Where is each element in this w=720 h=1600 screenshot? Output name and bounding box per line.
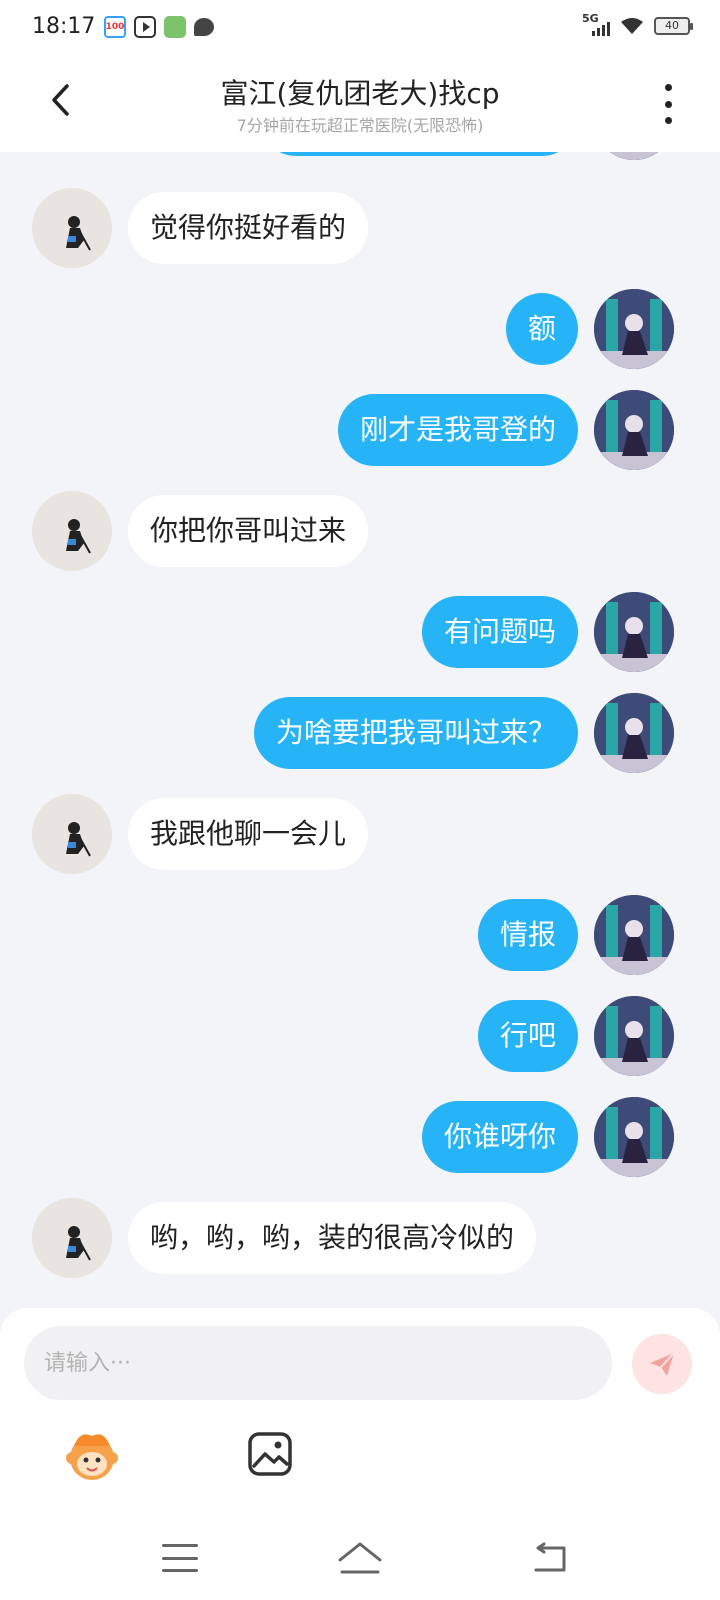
avatar-image [32, 794, 112, 874]
emoji-button[interactable] [62, 1426, 122, 1486]
paper-plane-icon [650, 1352, 675, 1376]
chat-message-list[interactable]: 觉得你挺好看的 额 刚才是我哥登的 你把你哥叫过来 有问题吗 为啥要把我哥叫过来… [0, 152, 720, 1308]
message-bubble-mine[interactable]: 刚才是我哥登的 [337, 394, 578, 466]
my-avatar[interactable] [594, 1097, 674, 1177]
message-bubble-mine[interactable]: 行吧 [477, 1000, 578, 1072]
notification-icons: 100 [104, 16, 214, 38]
more-options-button[interactable] [656, 84, 680, 124]
message-bubble-other[interactable]: 我跟他聊一会儿 [128, 798, 369, 870]
message-row: 觉得你挺好看的 [0, 188, 720, 268]
message-bubble-mine[interactable]: 情报 [477, 899, 578, 971]
chat-title: 富江(复仇团老大)找cp [220, 77, 500, 110]
menu-line [162, 1544, 198, 1547]
emoji-mascot-icon [66, 1434, 118, 1480]
battery-icon: 40 [654, 17, 693, 35]
chat-bubble-icon [194, 18, 214, 36]
message-row: 有问题吗 [0, 592, 720, 672]
battery-level: 40 [665, 19, 679, 32]
message-bubble-mine[interactable]: 有问题吗 [421, 596, 578, 668]
signal-icon: 5G [582, 12, 610, 38]
dot [664, 84, 672, 91]
avatar-image [32, 1198, 112, 1278]
menu-line [162, 1569, 198, 1572]
message-row: 情报 [0, 895, 720, 975]
status-time: 18:17 [32, 14, 96, 39]
message-bubble-mine[interactable]: 为啥要把我哥叫过来？ [253, 697, 578, 769]
status-indicators: 5G 40 [582, 12, 693, 38]
message-row: 行吧 [0, 996, 720, 1076]
menu-line [162, 1556, 198, 1560]
my-avatar[interactable] [594, 996, 674, 1076]
message-bubble-other[interactable]: 你把你哥叫过来 [128, 495, 369, 567]
message-row: 为啥要把我哥叫过来？ [0, 693, 720, 773]
game-mascot-icon [164, 16, 186, 38]
other-avatar[interactable] [32, 491, 112, 571]
message-row: 额 [0, 289, 720, 369]
other-avatar[interactable] [32, 1198, 112, 1278]
chat-header: 富江(复仇团老大)找cp 7分钟前在玩超正常医院(无限恐怖) [0, 56, 720, 152]
menu-icon[interactable] [162, 1544, 198, 1572]
news-100-icon: 100 [104, 16, 126, 38]
my-avatar[interactable] [594, 895, 674, 975]
avatar-image [594, 289, 674, 369]
dot [664, 100, 672, 108]
home-icon[interactable] [336, 1538, 384, 1578]
message-row-partial [0, 152, 720, 160]
avatar-image [594, 1097, 674, 1177]
my-avatar[interactable] [594, 289, 674, 369]
my-avatar[interactable] [594, 592, 674, 672]
back-icon[interactable] [530, 1540, 570, 1576]
my-avatar[interactable] [594, 390, 674, 470]
message-bubble-mine[interactable]: 额 [505, 293, 578, 365]
message-bubble-mine[interactable] [260, 152, 578, 156]
avatar-image [594, 592, 674, 672]
avatar-image [32, 188, 112, 268]
avatar-image [594, 895, 674, 975]
status-bar: 18:17 100 5G 40 [0, 0, 720, 56]
other-avatar[interactable] [32, 794, 112, 874]
back-arrow-shape [534, 1542, 566, 1572]
send-button[interactable] [632, 1334, 692, 1394]
message-row: 你把你哥叫过来 [0, 491, 720, 571]
message-input[interactable] [24, 1326, 612, 1400]
image-button[interactable] [246, 1430, 294, 1478]
wifi-icon [620, 17, 644, 35]
message-bubble-other[interactable]: 觉得你挺好看的 [128, 192, 369, 264]
chat-subtitle: 7分钟前在玩超正常医院(无限恐怖) [236, 116, 484, 135]
avatar-image [32, 491, 112, 571]
dot [664, 117, 672, 124]
avatar-image [594, 152, 674, 160]
home-shape [338, 1542, 382, 1574]
avatar-image [594, 693, 674, 773]
other-avatar[interactable] [32, 188, 112, 268]
avatar-image [594, 390, 674, 470]
message-row: 刚才是我哥登的 [0, 390, 720, 470]
message-row: 你谁呀你 [0, 1097, 720, 1177]
message-bubble-other[interactable]: 哟，哟，哟，装的很高冷似的 [128, 1202, 537, 1274]
image-icon [248, 1432, 292, 1476]
my-avatar[interactable] [594, 152, 674, 160]
my-avatar[interactable] [594, 693, 674, 773]
message-bubble-mine[interactable]: 你谁呀你 [421, 1101, 578, 1173]
avatar-image [594, 996, 674, 1076]
message-row: 哟，哟，哟，装的很高冷似的 [0, 1198, 720, 1278]
message-row: 我跟他聊一会儿 [0, 794, 720, 874]
video-play-icon [134, 16, 156, 38]
